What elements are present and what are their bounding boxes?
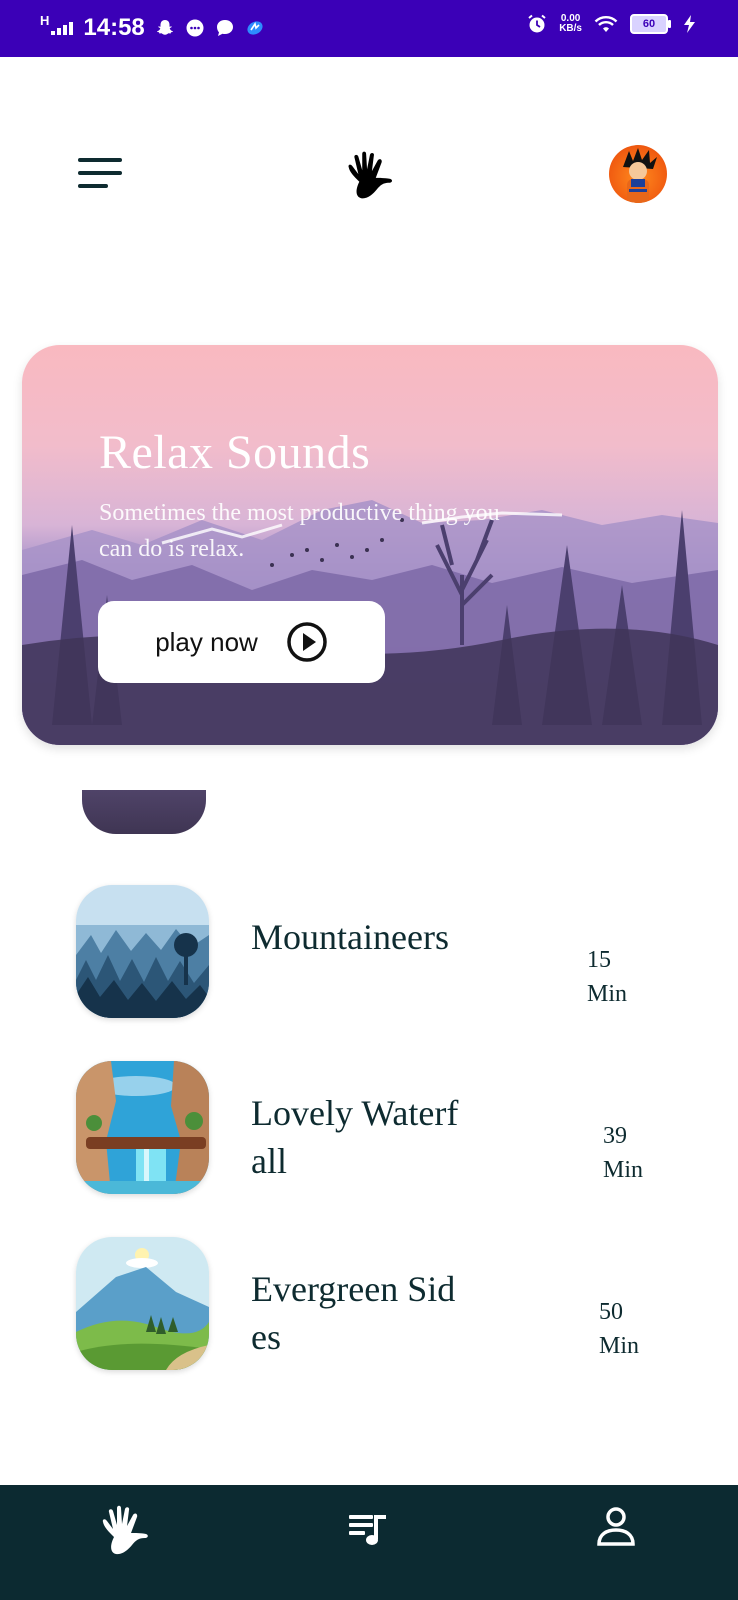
bottom-nav <box>0 1485 738 1600</box>
track-title: Lovely Waterfall <box>251 1093 459 1181</box>
hero-subtitle: Sometimes the most productive thing you … <box>99 500 500 562</box>
hero-title: Relax Sounds <box>99 426 371 479</box>
app-notification-icon <box>247 21 263 35</box>
partial-list-thumbnail[interactable] <box>82 790 206 842</box>
play-now-button[interactable]: play now <box>98 601 385 683</box>
alarm-icon <box>528 14 546 33</box>
clock: 14:58 <box>83 14 145 41</box>
nav-playlist-icon[interactable] <box>340 1499 400 1559</box>
signal-icon <box>51 21 74 35</box>
snapchat-icon <box>156 20 173 35</box>
charging-icon <box>684 15 695 33</box>
battery-icon: 60 <box>630 14 671 34</box>
play-now-label: play now <box>155 626 258 657</box>
hamburger-icon <box>78 158 122 162</box>
menu-button[interactable] <box>78 158 122 188</box>
profile-avatar[interactable] <box>609 145 667 203</box>
track-title: Evergreen Sides <box>251 1269 456 1357</box>
play-circle-icon <box>287 622 327 662</box>
track-duration: 50 Min <box>599 1299 640 1359</box>
waterfall-thumbnail <box>76 1061 209 1194</box>
avatar-character-icon <box>623 148 657 203</box>
list-item[interactable]: Lovely Waterfall 39 Min <box>0 1061 738 1197</box>
data-speed: 0.00 KB/s <box>559 13 582 34</box>
hand-icon <box>348 151 393 199</box>
status-right: 0.00 KB/s 60 <box>527 14 700 34</box>
hero-card: Relax Sounds Sometimes the most producti… <box>22 345 718 745</box>
message-icon <box>216 20 233 36</box>
track-title: Mountaineers <box>251 917 449 957</box>
wifi-icon <box>594 16 618 32</box>
network-type: H <box>40 12 50 28</box>
track-duration: 15 Min <box>587 947 628 1007</box>
mountaineers-thumbnail <box>76 885 209 1018</box>
list-item[interactable]: Mountaineers 15 Min <box>0 885 738 1021</box>
evergreen-thumbnail <box>76 1237 209 1370</box>
nav-home-hand-icon[interactable] <box>94 1499 154 1559</box>
list-item[interactable]: Evergreen Sides 50 Min <box>0 1237 738 1373</box>
track-duration: 39 Min <box>603 1123 644 1183</box>
chat-icon <box>186 19 204 37</box>
status-left: H 14:58 <box>40 12 265 42</box>
status-bar: H 14:58 0.00 KB/s 60 <box>0 0 738 57</box>
nav-profile-person-icon[interactable] <box>586 1499 646 1559</box>
